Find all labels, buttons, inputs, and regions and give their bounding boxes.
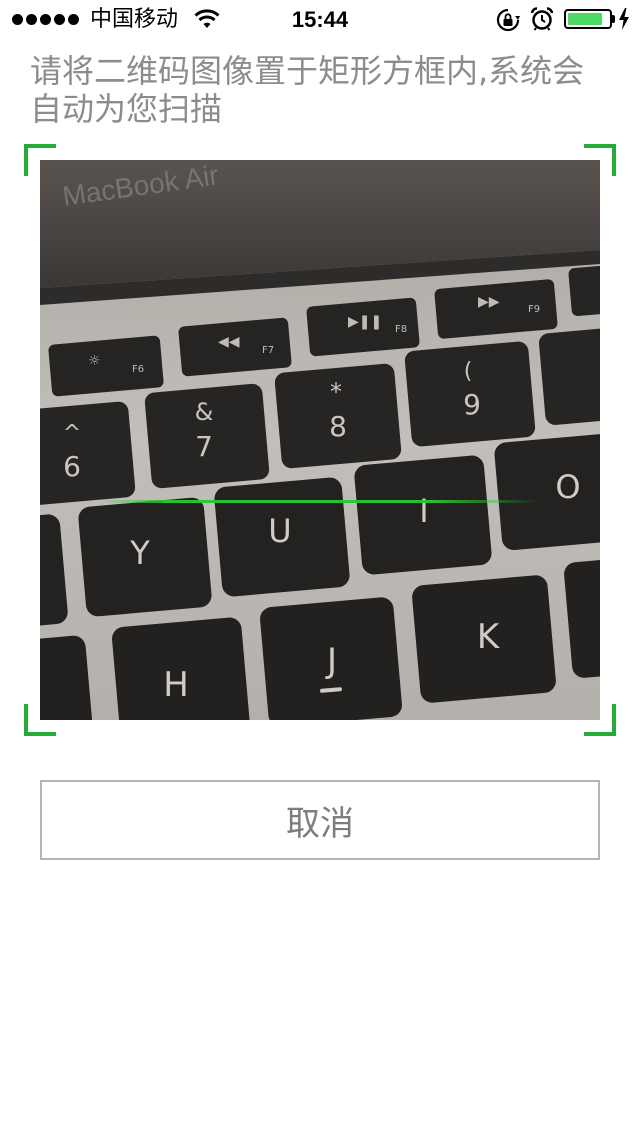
status-bar: 中国移动 15:44 <box>0 0 640 40</box>
fkey-glyph: ▶❚❚ <box>348 314 382 330</box>
scan-instruction: 请将二维码图像置于矩形方框内,系统会自动为您扫描 <box>30 52 585 128</box>
key-digit: 8 <box>329 410 347 443</box>
charging-icon <box>619 8 629 30</box>
key-letter: U <box>268 512 291 550</box>
camera-preview-image: MacBook Air F6 F7 F8 F9 ☼ ◀◀ ▶❚❚ ▶▶ ^ 6 … <box>40 160 600 720</box>
key-letter: Y <box>129 534 150 572</box>
key-digit: 7 <box>195 430 213 463</box>
key-letter: J <box>325 641 337 681</box>
key-letter: K <box>477 617 501 657</box>
fkey-label: F7 <box>262 345 274 356</box>
fkey-glyph: ▶▶ <box>478 294 500 310</box>
fkey-label: F9 <box>528 304 540 315</box>
key-symbol: ^ <box>63 421 81 446</box>
key-symbol: * <box>330 378 342 406</box>
key-digit: 9 <box>463 388 481 421</box>
key-symbol: & <box>195 398 214 426</box>
key-letter: I <box>419 492 428 530</box>
key-letter: H <box>163 665 189 705</box>
battery-icon <box>564 9 612 29</box>
alarm-icon <box>530 7 554 31</box>
battery-tip <box>612 15 615 23</box>
cancel-button[interactable]: 取消 <box>40 780 600 860</box>
key-digit: 6 <box>63 450 81 483</box>
fkey-glyph: ◀◀ <box>218 334 240 350</box>
scan-line <box>100 500 540 503</box>
key-symbol: ( <box>464 359 473 384</box>
qr-scanner-frame: MacBook Air F6 F7 F8 F9 ☼ ◀◀ ▶❚❚ ▶▶ ^ 6 … <box>24 144 616 736</box>
rotation-lock-icon <box>496 8 520 32</box>
battery-level-fill <box>568 13 602 25</box>
fkey-label: F6 <box>132 364 144 375</box>
key-letter: O <box>555 468 580 506</box>
camera-preview: MacBook Air F6 F7 F8 F9 ☼ ◀◀ ▶❚❚ ▶▶ ^ 6 … <box>40 160 600 720</box>
fkey-glyph: ☼ <box>88 353 101 369</box>
fkey-label: F8 <box>395 324 407 335</box>
